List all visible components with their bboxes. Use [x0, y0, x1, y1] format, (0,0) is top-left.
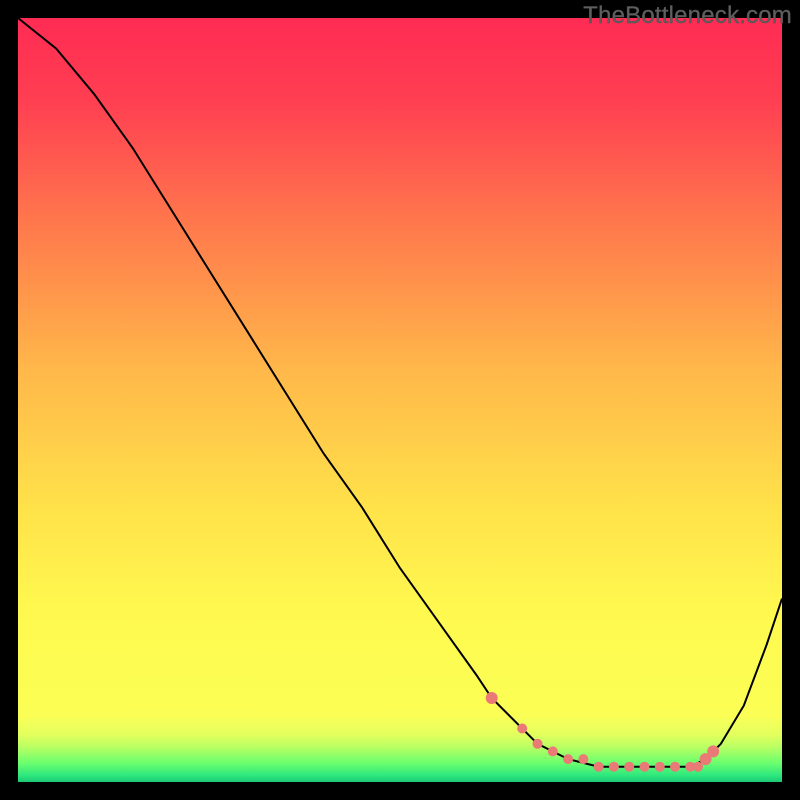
marker-point — [563, 754, 573, 764]
gradient-main — [18, 18, 782, 718]
plot-area — [18, 18, 782, 782]
marker-point — [624, 762, 634, 772]
marker-point — [533, 739, 543, 749]
gradient-band — [18, 718, 782, 782]
marker-point — [548, 746, 558, 756]
marker-point — [609, 762, 619, 772]
marker-point — [594, 762, 604, 772]
marker-point — [670, 762, 680, 772]
marker-point — [640, 762, 650, 772]
chart-svg — [18, 18, 782, 782]
marker-point — [517, 724, 527, 734]
watermark-text: TheBottleneck.com — [583, 2, 792, 30]
chart-frame: TheBottleneck.com — [0, 0, 800, 800]
marker-point — [486, 692, 498, 704]
marker-point — [655, 762, 665, 772]
marker-point — [578, 754, 588, 764]
marker-point — [707, 745, 719, 757]
